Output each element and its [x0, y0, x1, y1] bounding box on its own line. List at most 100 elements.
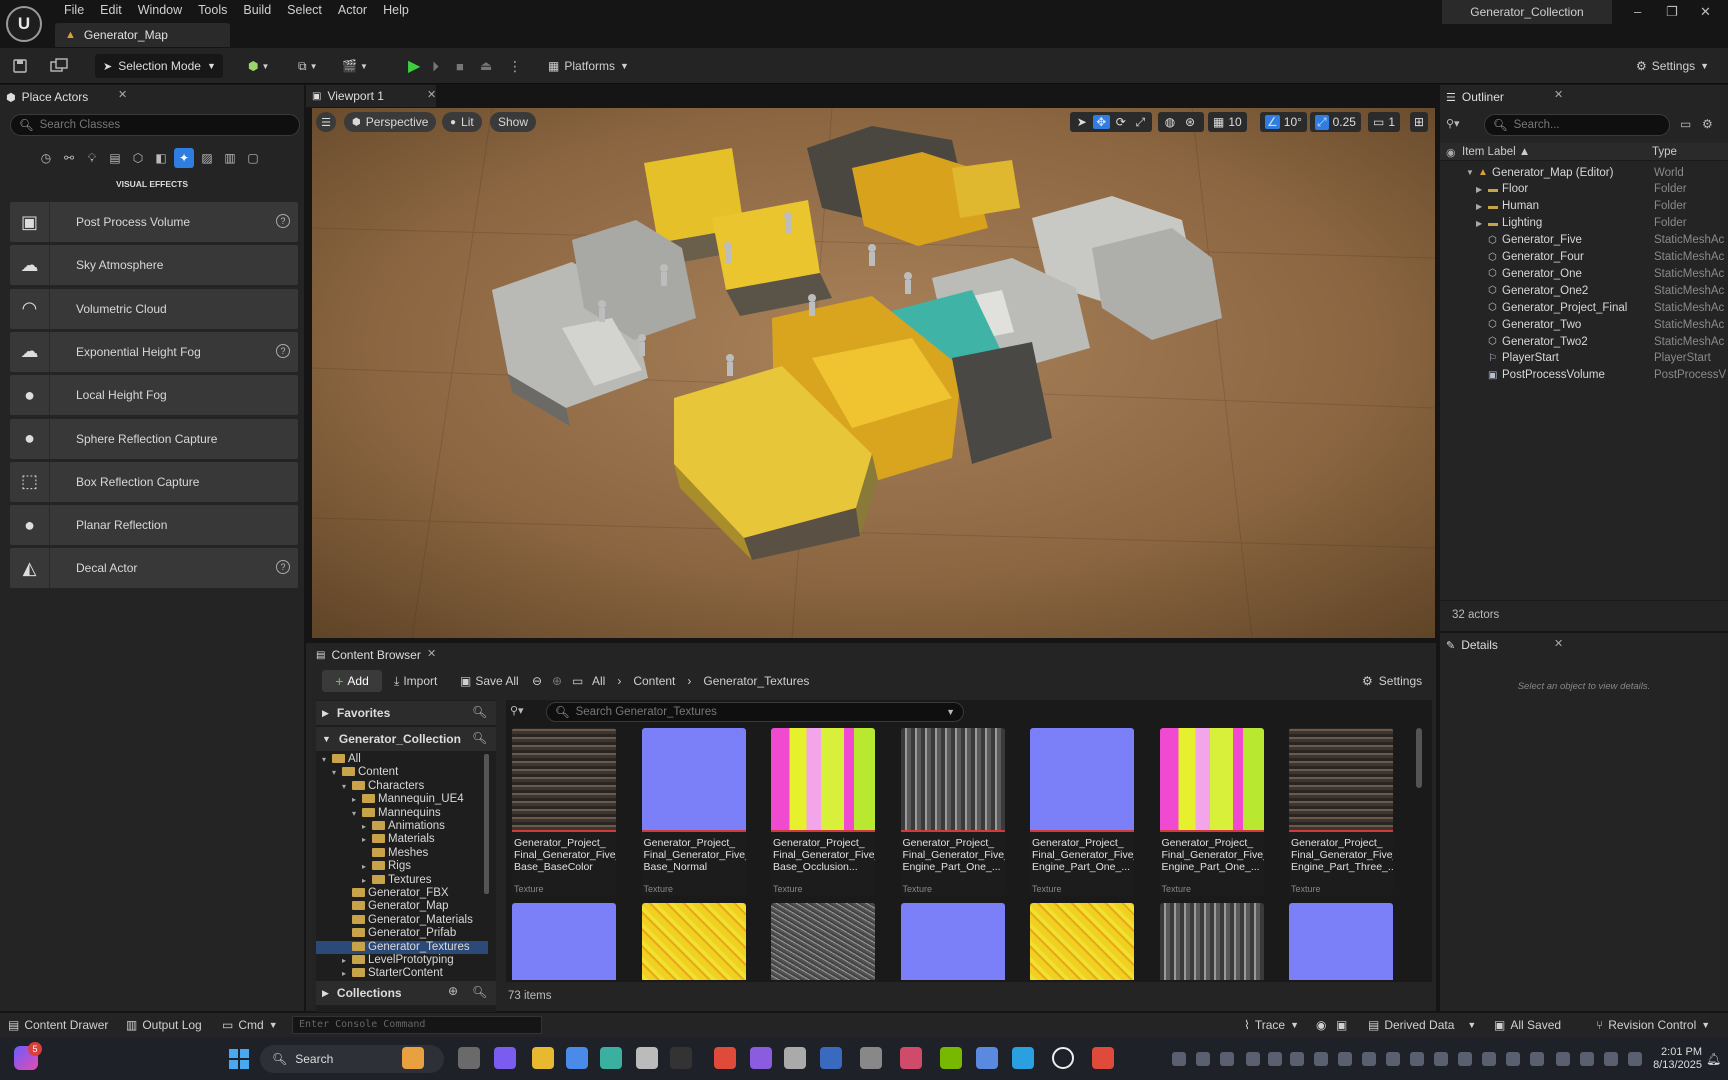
search-icon[interactable]: 🔍︎ [472, 985, 487, 999]
search-icon[interactable]: 🔍︎ [472, 731, 487, 745]
clock-icon[interactable]: ◷ [36, 148, 56, 168]
close-tab-icon[interactable]: ✕ [118, 88, 127, 101]
derived-data-dropdown[interactable]: ▤ Derived Data ▼ [1368, 1018, 1476, 1032]
chrome-icon[interactable] [1092, 1047, 1114, 1069]
camera-icon[interactable]: ▣ [1336, 1018, 1347, 1032]
favorites-header[interactable]: ▶ Favorites [316, 701, 496, 725]
unreal-icon[interactable] [1052, 1047, 1074, 1069]
outliner-row[interactable]: ⬡ Generator_One StaticMeshAc [1440, 265, 1728, 282]
scale-snap-button[interactable]: ⤢ 0.25 [1310, 112, 1361, 132]
folder-tree-item[interactable]: ▾ Content [316, 766, 488, 779]
help-icon[interactable]: ? [276, 343, 290, 358]
edge-icon[interactable] [600, 1047, 622, 1069]
asset-scrollbar[interactable] [1416, 728, 1422, 788]
asset-tile[interactable]: Generator_Project_ Final_Generator_Five_… [900, 728, 1005, 896]
tray-icon[interactable] [1530, 1052, 1544, 1066]
col-item-label[interactable]: Item Label ▲ [1462, 146, 1530, 158]
settings-button[interactable]: ⚙ Settings ▼ [1636, 55, 1709, 77]
unreal-logo[interactable]: U [6, 6, 42, 42]
actor-item-box-reflection-capture[interactable]: ⬚ Box Reflection Capture [10, 461, 298, 502]
chevron-down-icon[interactable]: ▾ [342, 780, 352, 793]
gear-icon[interactable]: ⚙ [1702, 117, 1713, 131]
step-icon[interactable]: ⏵ [432, 55, 439, 77]
console-input[interactable]: Enter Console Command [292, 1016, 542, 1034]
folder-tree-item[interactable]: Generator_Textures [316, 940, 488, 954]
show-button[interactable]: Show [490, 112, 537, 132]
app-icon[interactable] [976, 1047, 998, 1069]
tray-icon[interactable] [1196, 1052, 1210, 1066]
cmd-dropdown[interactable]: ▭ Cmd ▼ [222, 1018, 278, 1032]
folder-tree-item[interactable]: ▸ Rigs [316, 860, 488, 873]
close-tab-icon[interactable]: ✕ [1554, 637, 1563, 650]
tray-icon[interactable] [1290, 1052, 1304, 1066]
menu-tools[interactable]: Tools [190, 3, 235, 17]
tab-generator-map[interactable]: ▲ Generator_Map [55, 23, 230, 47]
surface-snap-icon[interactable]: ⊛ [1181, 115, 1199, 129]
help-icon[interactable]: ? [276, 214, 290, 228]
actor-item-volumetric-cloud[interactable]: ◠ Volumetric Cloud [10, 288, 298, 329]
help-icon[interactable]: ? [276, 560, 290, 575]
asset-tile[interactable]: Generator_Project_ Final_Generator_Five_… [771, 728, 875, 896]
actor-item-post-process-volume[interactable]: ▣ Post Process Volume? [10, 202, 298, 242]
asset-search-input[interactable]: 🔍︎ Search Generator_Textures ▼ [546, 702, 964, 722]
edge-icon[interactable] [1012, 1047, 1034, 1069]
app-icon[interactable] [750, 1047, 772, 1069]
menu-actor[interactable]: Actor [330, 3, 375, 17]
folder-tree-item[interactable]: ▸ Animations [316, 820, 488, 833]
tray-icon[interactable] [1458, 1052, 1472, 1066]
search-classes-input[interactable]: 🔍︎ Search Classes [10, 114, 300, 136]
select-icon[interactable]: ➤ [1073, 115, 1091, 129]
save-all-button[interactable]: ▣ Save All [460, 670, 519, 692]
chevron-right-icon[interactable]: ▸ [362, 874, 372, 887]
asset-tile[interactable] [1159, 903, 1264, 980]
more-icon[interactable]: ▢ [243, 148, 263, 168]
scale-icon[interactable]: ⤢ [1132, 115, 1150, 130]
folder-tree-item[interactable]: ▾ Mannequins [316, 807, 488, 820]
cb-settings-button[interactable]: ⚙ Settings [1362, 670, 1422, 692]
maximize-button[interactable]: ❐ [1666, 4, 1678, 20]
menu-edit[interactable]: Edit [92, 3, 130, 17]
outliner-row[interactable]: ⚐ PlayerStart PlayerStart [1440, 350, 1728, 367]
folder-tree-item[interactable]: ▸ Mannequin_UE4 [316, 793, 488, 806]
viewport-scene[interactable] [312, 108, 1435, 638]
store-icon[interactable] [566, 1047, 588, 1069]
folder-tree-item[interactable]: Meshes [316, 847, 488, 860]
close-tab-icon[interactable]: ✕ [1554, 88, 1563, 101]
asset-tile[interactable]: Generator_Project_ Final_Generator_Five_… [641, 728, 746, 896]
actor-item-sphere-reflection-capture[interactable]: ● Sphere Reflection Capture [10, 418, 298, 459]
chrome-icon[interactable] [714, 1047, 736, 1069]
close-button[interactable]: ✕ [1700, 4, 1711, 20]
tray-icon[interactable] [1386, 1052, 1400, 1066]
folder-icon[interactable] [532, 1047, 554, 1069]
chevron-right-icon[interactable]: ▸ [362, 833, 372, 846]
breadcrumb-content[interactable]: Content [633, 674, 675, 688]
tray-icon[interactable] [1246, 1052, 1260, 1066]
outliner-row[interactable]: ▣ PostProcessVolume PostProcessV [1440, 367, 1728, 384]
outliner-row[interactable]: ⬡ Generator_Two StaticMeshAc [1440, 316, 1728, 333]
all-classes-icon[interactable]: ▥ [220, 148, 240, 168]
collection-root-header[interactable]: ▼ Generator_Collection [316, 727, 496, 751]
col-type[interactable]: Type [1652, 146, 1677, 158]
asset-tile[interactable] [1030, 903, 1134, 980]
perspective-button[interactable]: ⬢ Perspective [344, 112, 437, 132]
close-tab-icon[interactable]: ✕ [427, 88, 436, 101]
tray-icon[interactable] [1580, 1052, 1594, 1066]
more-options-icon[interactable]: ⋮ [508, 55, 522, 77]
chevron-right-icon[interactable]: ▸ [342, 967, 352, 980]
light-icon[interactable]: 💡︎ [82, 148, 102, 168]
folder-tree-item[interactable]: ▸ Materials [316, 833, 488, 846]
camera-icon[interactable]: ▤ [105, 148, 125, 168]
minimize-button[interactable]: – [1634, 4, 1641, 19]
weather-icon[interactable] [402, 1047, 424, 1069]
hamburger-menu-icon[interactable]: ☰ [316, 112, 336, 132]
actor-item-exponential-height-fog[interactable]: ☁ Exponential Height Fog? [10, 331, 298, 372]
mic-icon[interactable] [860, 1047, 882, 1069]
browser-icon[interactable] [820, 1047, 842, 1069]
menu-window[interactable]: Window [130, 3, 190, 17]
asset-tile[interactable]: Generator_Project_ Final_Generator_Five_… [1289, 728, 1393, 896]
world-icon[interactable]: ◍ [1161, 115, 1179, 129]
geometry-icon[interactable]: ✦ [174, 148, 194, 168]
chevron-right-icon[interactable]: ▸ [352, 793, 362, 806]
eject-icon[interactable]: ⏏ [480, 55, 492, 77]
chevron-right-icon[interactable]: ▶ [1476, 202, 1482, 211]
